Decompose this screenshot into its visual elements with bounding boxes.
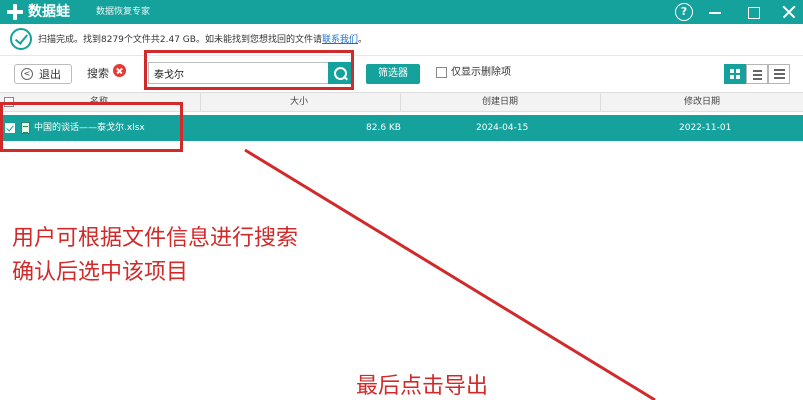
annotation-search-note: 用户可根据文件信息进行搜索: [12, 226, 299, 251]
app-window: 数据蛙 数据恢复专家 ? 扫描完成。找到8279个文件共2.47 GB。如未能找…: [0, 0, 803, 400]
annotation-select-note: 确认后选中该项目: [12, 260, 189, 285]
annotation-export-note: 最后点击导出: [356, 374, 489, 399]
annotation-arrow: [244, 148, 656, 400]
